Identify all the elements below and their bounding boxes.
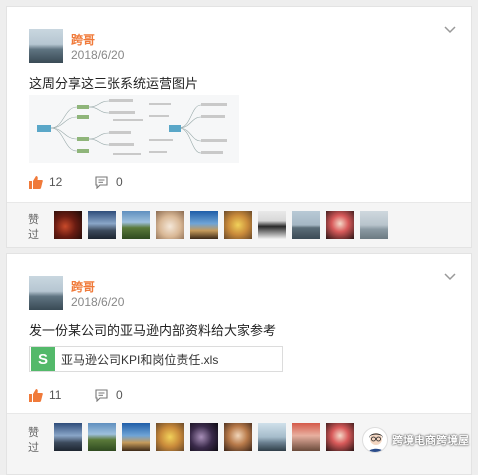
liker-avatar[interactable] xyxy=(122,423,150,451)
liker-avatar[interactable] xyxy=(224,211,252,239)
comment-count: 0 xyxy=(116,175,123,189)
liker-avatar[interactable] xyxy=(190,211,218,239)
liker-avatar[interactable] xyxy=(258,211,286,239)
post-date: 2018/6/20 xyxy=(71,295,125,309)
liker-avatar[interactable] xyxy=(156,423,184,451)
liked-by-label: 赞过 xyxy=(28,427,39,454)
liker-avatars xyxy=(54,211,388,239)
like-count: 11 xyxy=(49,388,62,402)
liker-avatar[interactable] xyxy=(224,423,252,451)
liker-avatar[interactable] xyxy=(326,423,354,451)
author-name[interactable]: 跨哥 xyxy=(71,31,95,48)
liker-avatar[interactable] xyxy=(190,423,218,451)
liker-avatar[interactable] xyxy=(360,211,388,239)
watermark: 跨境电商跨境屋 xyxy=(362,427,469,453)
comment-icon xyxy=(95,175,108,189)
like-button[interactable]: 12 xyxy=(29,173,62,191)
post-date: 2018/6/20 xyxy=(71,48,125,62)
watermark-logo xyxy=(362,427,388,453)
liker-avatar[interactable] xyxy=(54,211,82,239)
liker-avatar[interactable] xyxy=(258,423,286,451)
liker-avatar[interactable] xyxy=(156,211,184,239)
chevron-down-icon[interactable] xyxy=(443,272,457,282)
liked-by-bar: 赞过 xyxy=(7,203,471,247)
like-button[interactable]: 11 xyxy=(29,386,61,404)
author-name[interactable]: 跨哥 xyxy=(71,278,95,295)
thumbs-up-icon xyxy=(29,175,43,189)
thumbs-up-icon xyxy=(29,388,43,402)
liker-avatars xyxy=(54,423,354,451)
liker-avatar[interactable] xyxy=(88,211,116,239)
image-thumbnail[interactable] xyxy=(29,95,239,163)
liker-avatar[interactable] xyxy=(122,211,150,239)
post-card: 跨哥 2018/6/20 这周分享这三张系统运营图片 12 0 赞过 xyxy=(6,6,472,248)
liker-avatar[interactable] xyxy=(54,423,82,451)
post-text: 这周分享这三张系统运营图片 xyxy=(29,76,199,91)
author-avatar[interactable] xyxy=(29,276,63,310)
comment-button[interactable]: 0 xyxy=(95,386,123,404)
liker-avatar[interactable] xyxy=(326,211,354,239)
file-name: 亚马逊公司KPI和岗位责任.xls xyxy=(61,352,219,367)
comment-count: 0 xyxy=(116,388,123,402)
author-avatar[interactable] xyxy=(29,29,63,63)
liked-by-label: 赞过 xyxy=(28,214,39,241)
like-count: 12 xyxy=(49,175,63,189)
liker-avatar[interactable] xyxy=(292,211,320,239)
chevron-down-icon[interactable] xyxy=(443,25,457,35)
post-text: 发一份某公司的亚马逊内部资料给大家参考 xyxy=(29,323,277,338)
file-attachment[interactable]: S 亚马逊公司KPI和岗位责任.xls xyxy=(29,346,283,372)
watermark-text: 跨境电商跨境屋 xyxy=(392,435,469,447)
liker-avatar[interactable] xyxy=(88,423,116,451)
comment-icon xyxy=(95,388,108,402)
comment-button[interactable]: 0 xyxy=(95,173,123,191)
liker-avatar[interactable] xyxy=(292,423,320,451)
excel-file-icon: S xyxy=(31,347,55,371)
